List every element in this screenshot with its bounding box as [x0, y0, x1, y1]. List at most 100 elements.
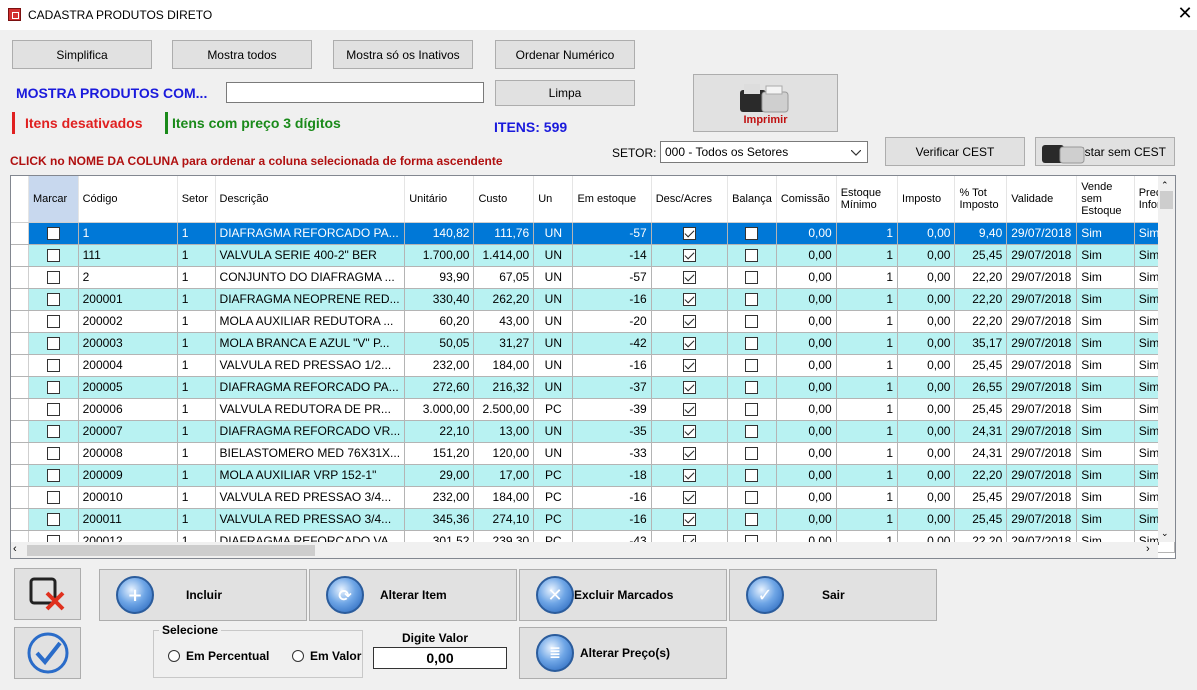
radio-percentual-circle[interactable]	[168, 650, 180, 662]
marcar-cell[interactable]	[28, 222, 79, 245]
row-header[interactable]	[11, 442, 29, 465]
cell-estoque[interactable]: -33	[572, 442, 652, 465]
cell-balanca[interactable]	[727, 376, 777, 399]
cell-desc[interactable]	[651, 310, 729, 333]
column-header[interactable]: Balança	[727, 176, 777, 223]
desc-checkbox[interactable]	[682, 337, 696, 351]
cell-comissao[interactable]: 0,00	[776, 354, 837, 377]
cell-imposto[interactable]: 0,00	[897, 442, 956, 465]
cell-tot[interactable]: 25,45	[954, 244, 1008, 267]
cell-validade[interactable]: 29/07/2018	[1006, 486, 1078, 509]
column-header[interactable]: Vende sem Estoque	[1076, 176, 1135, 223]
cell-tot[interactable]: 22,20	[954, 288, 1008, 311]
desc-checkbox[interactable]	[682, 381, 696, 395]
cell-codigo[interactable]: 200011	[78, 508, 178, 531]
column-header[interactable]: Comissão	[776, 176, 837, 223]
marcar-cell[interactable]	[28, 398, 79, 421]
cell-estmin[interactable]: 1	[836, 354, 899, 377]
balanca-checkbox[interactable]	[745, 271, 759, 285]
cell-imposto[interactable]: 0,00	[897, 508, 956, 531]
cell-unitario[interactable]: 29,00	[404, 464, 475, 487]
cell-estmin[interactable]: 1	[836, 442, 899, 465]
table-row[interactable]: 200007 1 DIAFRAGMA REFORCADO VR... 22,10 13,…	[11, 420, 1175, 443]
desc-checkbox[interactable]	[682, 249, 696, 263]
cell-codigo[interactable]: 200002	[78, 310, 178, 333]
cell-descricao[interactable]: MOLA BRANCA E AZUL "V" P...	[215, 332, 406, 355]
cell-custo[interactable]: 13,00	[473, 420, 535, 443]
marcar-checkbox[interactable]	[46, 381, 60, 395]
cell-tot[interactable]: 25,45	[954, 398, 1008, 421]
desc-checkbox[interactable]	[682, 293, 696, 307]
marcar-cell[interactable]	[28, 310, 79, 333]
cell-unitario[interactable]: 232,00	[404, 486, 475, 509]
balanca-checkbox[interactable]	[745, 227, 759, 241]
imprimir-button[interactable]: Imprimir	[693, 74, 838, 132]
row-header[interactable]	[11, 486, 29, 509]
row-header[interactable]	[11, 376, 29, 399]
cell-desc[interactable]	[651, 244, 729, 267]
cell-tot[interactable]: 26,55	[954, 376, 1008, 399]
cell-descricao[interactable]: VALVULA RED PRESSAO 3/4...	[215, 486, 406, 509]
marcar-cell[interactable]	[28, 420, 79, 443]
cell-codigo[interactable]: 2	[78, 266, 178, 289]
table-row[interactable]: 1 1 DIAFRAGMA REFORCADO PA... 140,82 111,76 U…	[11, 222, 1175, 245]
cell-tot[interactable]: 9,40	[954, 222, 1008, 245]
cell-comissao[interactable]: 0,00	[776, 376, 837, 399]
marcar-cell[interactable]	[28, 376, 79, 399]
cell-balanca[interactable]	[727, 310, 777, 333]
alterar-item-button[interactable]: ⟳ Alterar Item	[309, 569, 517, 621]
cell-estoque[interactable]: -18	[572, 464, 652, 487]
cell-un[interactable]: UN	[533, 442, 574, 465]
desc-checkbox[interactable]	[682, 491, 696, 505]
cell-codigo[interactable]: 200008	[78, 442, 178, 465]
cell-imposto[interactable]: 0,00	[897, 376, 956, 399]
marcar-cell[interactable]	[28, 354, 79, 377]
cell-unitario[interactable]: 3.000,00	[404, 398, 475, 421]
cell-imposto[interactable]: 0,00	[897, 486, 956, 509]
cell-descricao[interactable]: MOLA AUXILIAR REDUTORA ...	[215, 310, 406, 333]
column-header[interactable]: Custo	[473, 176, 535, 223]
digite-valor-input[interactable]: 0,00	[373, 647, 507, 669]
limpa-button[interactable]: Limpa	[495, 80, 635, 106]
cell-imposto[interactable]: 0,00	[897, 420, 956, 443]
row-header[interactable]	[11, 508, 29, 531]
desc-checkbox[interactable]	[682, 447, 696, 461]
cell-comissao[interactable]: 0,00	[776, 332, 837, 355]
column-header[interactable]: Imposto	[897, 176, 956, 223]
cell-codigo[interactable]: 200007	[78, 420, 178, 443]
cell-setor[interactable]: 1	[177, 288, 216, 311]
marcar-cell[interactable]	[28, 442, 79, 465]
cell-codigo[interactable]: 200004	[78, 354, 178, 377]
cell-balanca[interactable]	[727, 486, 777, 509]
cell-tot[interactable]: 35,17	[954, 332, 1008, 355]
incluir-button[interactable]: + Incluir	[99, 569, 307, 621]
cell-validade[interactable]: 29/07/2018	[1006, 442, 1078, 465]
cell-tot[interactable]: 24,31	[954, 420, 1008, 443]
cell-unitario[interactable]: 345,36	[404, 508, 475, 531]
cell-estoque[interactable]: -42	[572, 332, 652, 355]
cell-un[interactable]: UN	[533, 354, 574, 377]
cell-vende[interactable]: Sim	[1076, 464, 1135, 487]
cell-codigo[interactable]: 200006	[78, 398, 178, 421]
cell-imposto[interactable]: 0,00	[897, 332, 956, 355]
balanca-checkbox[interactable]	[745, 249, 759, 263]
vertical-scroll-thumb[interactable]	[1160, 191, 1173, 209]
cell-comissao[interactable]: 0,00	[776, 288, 837, 311]
cell-estoque[interactable]: -39	[572, 398, 652, 421]
cell-comissao[interactable]: 0,00	[776, 244, 837, 267]
cell-vende[interactable]: Sim	[1076, 376, 1135, 399]
cell-unitario[interactable]: 140,82	[404, 222, 475, 245]
cell-un[interactable]: PC	[533, 464, 574, 487]
cell-setor[interactable]: 1	[177, 486, 216, 509]
cell-desc[interactable]	[651, 288, 729, 311]
table-row[interactable]: 2 1 CONJUNTO DO DIAFRAGMA ... 93,90 67,05 UN -…	[11, 266, 1175, 289]
cell-imposto[interactable]: 0,00	[897, 266, 956, 289]
balanca-checkbox[interactable]	[745, 315, 759, 329]
cell-balanca[interactable]	[727, 244, 777, 267]
cell-imposto[interactable]: 0,00	[897, 398, 956, 421]
cell-desc[interactable]	[651, 420, 729, 443]
cell-imposto[interactable]: 0,00	[897, 288, 956, 311]
marcar-checkbox[interactable]	[46, 249, 60, 263]
cell-un[interactable]: UN	[533, 376, 574, 399]
cell-validade[interactable]: 29/07/2018	[1006, 354, 1078, 377]
